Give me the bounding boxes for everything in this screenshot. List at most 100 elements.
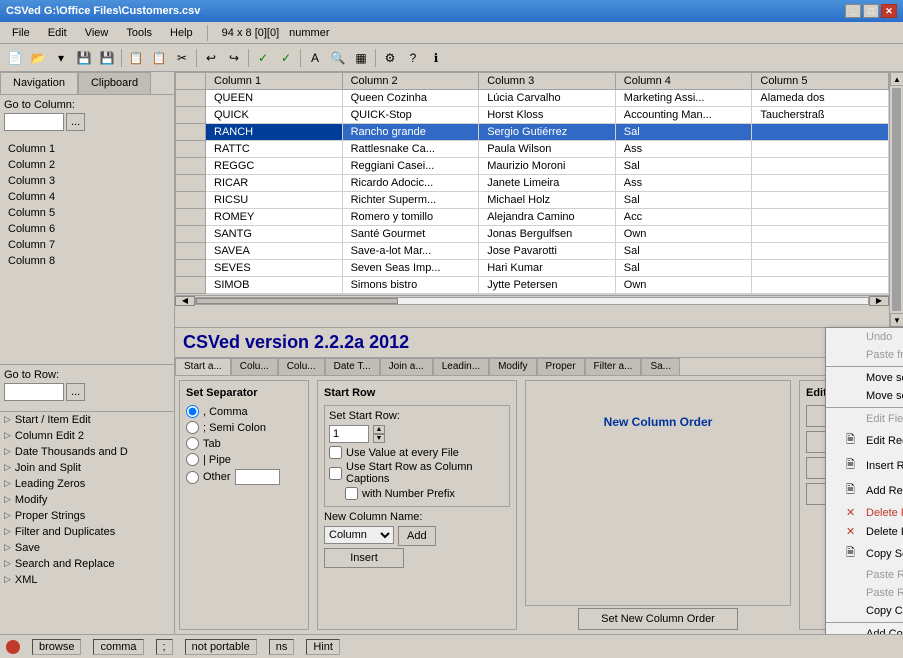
toolbar-search[interactable]: 🔍 <box>327 47 349 69</box>
bottom-tab-save[interactable]: Sa... <box>641 358 680 375</box>
col-header-3[interactable]: Column 3 <box>479 73 616 90</box>
table-cell[interactable]: SAVEA <box>206 243 343 260</box>
table-cell[interactable]: Sergio Gutiérrez <box>479 124 616 141</box>
tree-item-date[interactable]: ▷ Date Thousands and D <box>0 444 174 460</box>
table-cell[interactable]: Simons bistro <box>342 277 479 294</box>
table-cell[interactable] <box>752 141 889 158</box>
table-cell[interactable]: ROMEY <box>206 209 343 226</box>
table-cell[interactable]: Sal <box>615 192 752 209</box>
minimize-button[interactable]: _ <box>845 4 861 18</box>
table-cell[interactable]: Santé Gourmet <box>342 226 479 243</box>
table-cell[interactable]: RATTC <box>206 141 343 158</box>
table-cell[interactable]: Sal <box>615 260 752 277</box>
toolbar-help[interactable]: ? <box>402 47 424 69</box>
table-cell[interactable]: Marketing Assi... <box>615 90 752 107</box>
column-list-item[interactable]: Column 5 <box>0 205 174 221</box>
spin-up[interactable]: ▲ <box>373 425 385 434</box>
table-cell[interactable]: Acc <box>615 209 752 226</box>
toolbar-paste[interactable]: 📋 <box>148 47 170 69</box>
toolbar-info[interactable]: ℹ <box>425 47 447 69</box>
ctx-undo[interactable]: Undo <box>826 328 903 346</box>
table-cell[interactable]: Sal <box>615 243 752 260</box>
table-cell[interactable]: RANCH <box>206 124 343 141</box>
toolbar-save[interactable]: 💾 <box>73 47 95 69</box>
radio-semicolon-input[interactable] <box>186 421 199 434</box>
tree-item-proper[interactable]: ▷ Proper Strings <box>0 508 174 524</box>
horizontal-scrollbar[interactable] <box>195 297 869 305</box>
other-input[interactable] <box>235 469 280 485</box>
table-cell[interactable]: Jonas Bergulfsen <box>479 226 616 243</box>
close-button[interactable]: ✕ <box>881 4 897 18</box>
bottom-tab-filter[interactable]: Filter a... <box>585 358 642 375</box>
table-cell[interactable] <box>752 158 889 175</box>
table-cell[interactable]: Romero y tomillo <box>342 209 479 226</box>
tree-item-start[interactable]: ▷ Start / Item Edit <box>0 412 174 428</box>
menu-tools[interactable]: Tools <box>118 25 160 41</box>
radio-other-input[interactable] <box>186 471 199 484</box>
table-cell[interactable] <box>752 124 889 141</box>
table-row[interactable]: RANCHRancho grandeSergio GutiérrezSal <box>176 124 889 141</box>
table-cell[interactable]: Seven Seas Imp... <box>342 260 479 277</box>
tree-item-modify[interactable]: ▷ Modify <box>0 492 174 508</box>
col-header-1[interactable]: Column 1 <box>206 73 343 90</box>
col-header-5[interactable]: Column 5 <box>752 73 889 90</box>
table-cell[interactable] <box>752 277 889 294</box>
column-list-item[interactable]: Column 7 <box>0 237 174 253</box>
bottom-tab-date[interactable]: Date T... <box>325 358 380 375</box>
table-cell[interactable]: Sal <box>615 158 752 175</box>
table-row[interactable]: ROMEYRomero y tomilloAlejandra CaminoAcc <box>176 209 889 226</box>
toolbar-filter[interactable]: ▦ <box>350 47 372 69</box>
toolbar-font[interactable]: A <box>304 47 326 69</box>
table-row[interactable]: REGGCReggiani Casei...Maurizio MoroniSal <box>176 158 889 175</box>
table-cell[interactable]: QUEEN <box>206 90 343 107</box>
checkbox-number-prefix-input[interactable] <box>345 487 358 500</box>
table-cell[interactable]: SANTG <box>206 226 343 243</box>
bottom-tab-col1[interactable]: Colu... <box>231 358 278 375</box>
checkbox-every-file[interactable]: Use Value at every File <box>329 446 505 459</box>
table-row[interactable]: SAVEASave-a-lot Mar...Jose PavarottiSal <box>176 243 889 260</box>
table-cell[interactable]: Accounting Man... <box>615 107 752 124</box>
col-header-2[interactable]: Column 2 <box>342 73 479 90</box>
table-cell[interactable]: Ass <box>615 175 752 192</box>
vertical-scrollbar[interactable]: ▲ ▼ <box>889 72 903 327</box>
table-cell[interactable]: Hari Kumar <box>479 260 616 277</box>
column-list-item[interactable]: Column 3 <box>0 173 174 189</box>
goto-row-btn[interactable]: ... <box>66 383 85 401</box>
maximize-button[interactable]: □ <box>863 4 879 18</box>
table-cell[interactable]: Paula Wilson <box>479 141 616 158</box>
table-cell[interactable] <box>752 175 889 192</box>
ctx-insert-record[interactable]: 🗎 Insert Record ... <box>826 453 903 478</box>
toolbar-new[interactable]: 📄 <box>4 47 26 69</box>
checkbox-number-prefix[interactable]: with Number Prefix <box>345 487 505 500</box>
table-cell[interactable]: SIMOB <box>206 277 343 294</box>
radio-comma[interactable]: , Comma <box>186 405 302 418</box>
table-row[interactable]: SIMOBSimons bistroJytte PetersenOwn <box>176 277 889 294</box>
toolbar-check[interactable]: ✓ <box>252 47 274 69</box>
new-col-select[interactable]: Column <box>324 526 394 544</box>
scroll-down[interactable]: ▼ <box>890 313 903 327</box>
table-cell[interactable]: SEVES <box>206 260 343 277</box>
table-cell[interactable]: Rancho grande <box>342 124 479 141</box>
column-list-item[interactable]: Column 6 <box>0 221 174 237</box>
table-cell[interactable]: REGGC <box>206 158 343 175</box>
table-row[interactable]: QUICKQUICK-StopHorst KlossAccounting Man… <box>176 107 889 124</box>
ctx-paste-below[interactable]: Paste Record(s) below Cursor Pos <box>826 584 903 602</box>
table-cell[interactable]: RICSU <box>206 192 343 209</box>
table-cell[interactable]: Jose Pavarotti <box>479 243 616 260</box>
table-cell[interactable]: Alameda dos <box>752 90 889 107</box>
table-row[interactable]: RICSURichter Superm...Michael HolzSal <box>176 192 889 209</box>
tree-item-save[interactable]: ▷ Save <box>0 540 174 556</box>
table-cell[interactable]: Jytte Petersen <box>479 277 616 294</box>
table-cell[interactable]: Queen Cozinha <box>342 90 479 107</box>
column-list-item[interactable]: Column 4 <box>0 189 174 205</box>
ctx-copy-records[interactable]: 🗎 Copy Selected Record(s) <box>826 541 903 566</box>
bottom-tab-join[interactable]: Join a... <box>380 358 433 375</box>
table-cell[interactable] <box>752 260 889 277</box>
scroll-up[interactable]: ▲ <box>890 72 903 86</box>
radio-tab-input[interactable] <box>186 437 199 450</box>
toolbar-dropdown[interactable]: ▾ <box>50 47 72 69</box>
toolbar-saveas[interactable]: 💾 <box>96 47 118 69</box>
table-cell[interactable]: Ricardo Adocic... <box>342 175 479 192</box>
column-list-item[interactable]: Column 1 <box>0 141 174 157</box>
goto-row-input[interactable]: 1 <box>4 383 64 401</box>
